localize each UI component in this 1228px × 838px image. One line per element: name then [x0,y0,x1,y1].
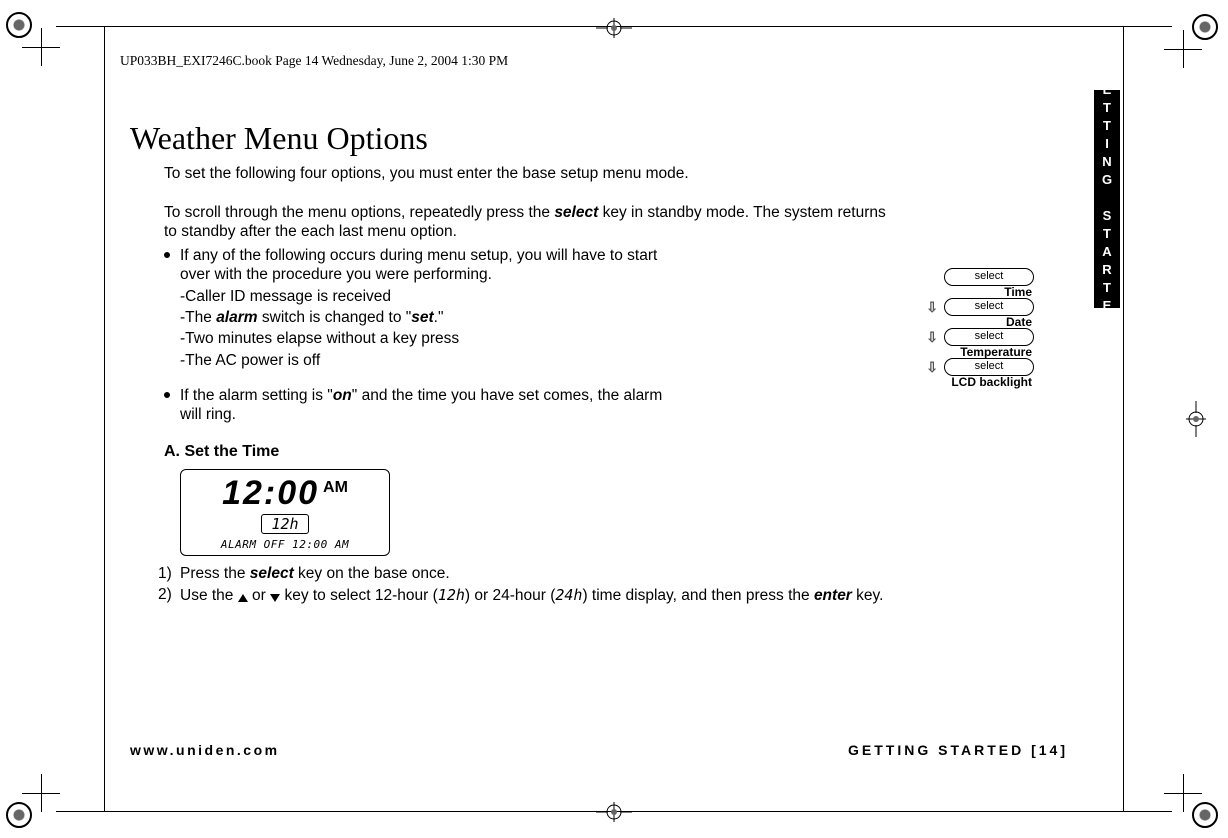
cycle-label-time: Time [1004,286,1034,298]
down-arrow-icon: ⇩ [926,330,938,344]
lcd-time-row: 12:00 AM [191,476,379,510]
step-item: 1) Press the select key on the base once… [164,564,904,585]
set-value-ref: set [411,309,433,326]
footer-url: www.uniden.com [130,742,280,758]
page-footer: www.uniden.com GETTING STARTED [14] [130,742,1068,758]
bullet-subitem: -Two minutes elapse without a key press [180,329,670,348]
down-arrow-icon: ⇩ [926,300,938,314]
lcd-time-value: 12:00 [222,476,319,510]
on-value-ref: on [333,387,352,404]
alarm-switch-ref: alarm [216,309,257,326]
section-side-tab: GETTING STARTED [1094,90,1120,308]
footer-section-page: GETTING STARTED [14] [848,742,1068,758]
lcd-ampm: AM [323,480,348,496]
crop-mark-bottom-center [596,802,632,822]
step-item: 2) Use the or key to select 12-hour (12h… [164,585,904,607]
page-title: Weather Menu Options [130,120,930,157]
print-header: UP033BH_EXI7246C.book Page 14 Wednesday,… [120,53,508,69]
bullet-item: If any of the following occurs during me… [130,246,670,370]
scroll-paragraph: To scroll through the menu options, repe… [164,203,894,242]
cycle-label-temperature: Temperature [960,346,1034,358]
lcd-display: 12:00 AM 12h ALARM OFF 12:00 AM [180,469,390,556]
select-key-ref: select [554,204,598,221]
cycle-label-backlight: LCD backlight [951,376,1034,388]
crop-mark-bl [6,780,54,828]
lcd-hour-mode: 12h [261,514,309,534]
bullet-subitem: -The alarm switch is changed to "set." [180,308,670,327]
step-number: 1) [158,564,172,585]
crop-mark-tr [1170,14,1218,62]
lcd-bottom-line: ALARM OFF 12:00 AM [191,538,379,551]
bullet-dot-icon [164,252,170,258]
24h-inline: 24h [555,586,582,604]
select-pill: select [944,328,1034,346]
side-tab-label: GETTING STARTED [1100,64,1115,334]
menu-cycle-diagram: select Time ⇩ select Date ⇩ select Tempera… [924,266,1034,388]
enter-key-ref: enter [814,587,852,604]
bullet-dot-icon [164,392,170,398]
select-pill: select [944,268,1034,286]
12h-inline: 12h [438,586,465,604]
bullet-item: If the alarm setting is "on" and the tim… [130,386,670,425]
bullet-subitem: -Caller ID message is received [180,287,670,306]
cycle-label-date: Date [1006,316,1034,328]
bullet-list: If any of the following occurs during me… [130,246,670,425]
step-number: 2) [158,585,172,606]
crop-mark-tl [6,12,54,60]
crop-mark-br [1170,780,1218,828]
down-arrow-icon: ⇩ [926,360,938,374]
crop-mark-right-center [1186,401,1206,437]
section-a-heading: A. Set the Time [164,443,930,461]
select-pill: select [944,298,1034,316]
up-caret-icon [238,594,248,602]
page-content: Weather Menu Options To set the followin… [130,120,930,607]
select-pill: select [944,358,1034,376]
intro-paragraph: To set the following four options, you m… [164,165,930,183]
down-caret-icon [270,594,280,602]
select-key-ref: select [250,565,294,582]
crop-mark-top-center [596,18,632,38]
bullet-subitem: -The AC power is off [180,351,670,370]
steps-list: 1) Press the select key on the base once… [164,564,904,607]
